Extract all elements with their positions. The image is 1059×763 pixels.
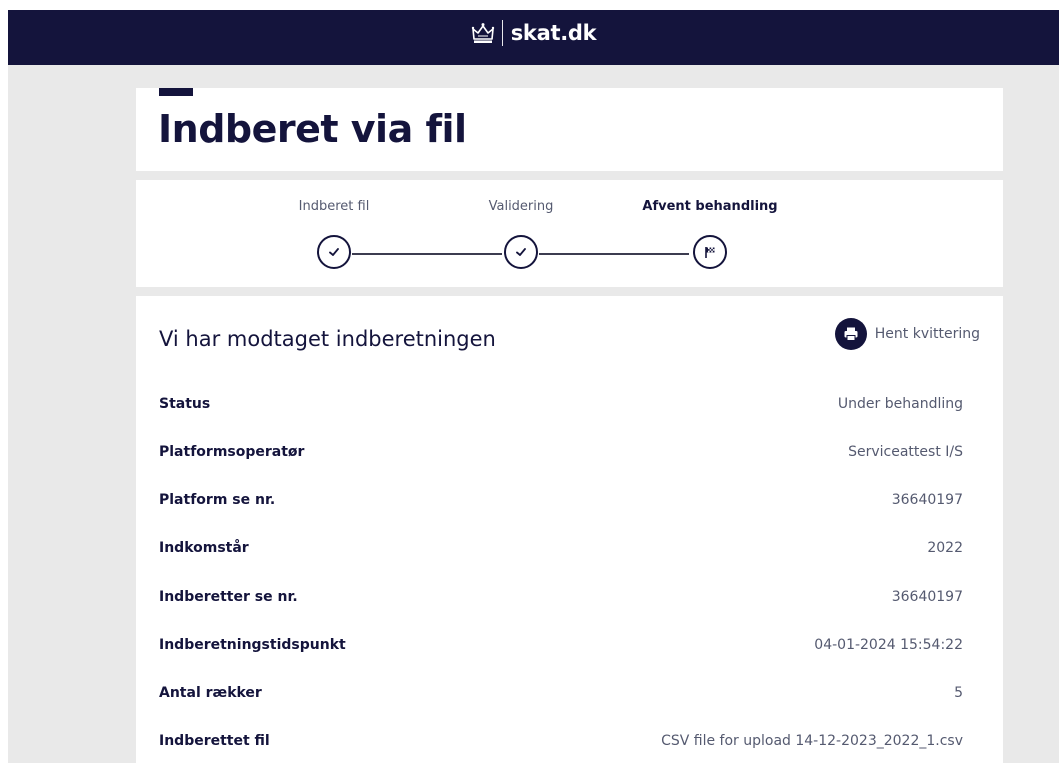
info-row-reported-file: Indberettet fil CSV file for upload 14-1… [159,731,963,751]
browser-viewport: skat.dk Indberet via fil Indberet fil Va… [8,10,1059,763]
crown-icon [471,22,494,43]
row-label: Indkomstår [159,540,249,556]
row-value: 2022 [927,540,963,556]
info-row-platform-se-number: Platform se nr. 36640197 [159,490,963,510]
row-label: Indberetningstidspunkt [159,637,346,653]
info-row-platform-operator: Platformsoperatør Serviceattest I/S [159,442,963,462]
logo-divider [501,19,503,46]
step-label-afvent-behandling: Afvent behandling [642,199,778,214]
step-label-validering: Validering [488,199,554,214]
row-value: 36640197 [891,589,963,605]
page-title-card: Indberet via fil [136,88,1003,171]
row-value: Serviceattest I/S [848,444,963,460]
receipt-heading: Vi har modtaget indberetningen [159,327,496,351]
row-value: 04-01-2024 15:54:22 [814,637,963,653]
row-value: 36640197 [891,492,963,508]
row-value: Under behandling [837,396,963,412]
skat-logo[interactable]: skat.dk [8,10,1059,55]
brand-name: skat.dk [510,20,597,45]
row-label: Antal rækker [159,685,262,701]
row-label: Platform se nr. [159,492,276,508]
step-afvent-behandling [693,235,727,269]
progress-stepper: Indberet fil Validering Afvent behandlin… [136,180,1003,287]
info-row-row-count: Antal rækker 5 [159,683,963,703]
printer-icon [834,318,867,350]
step-indberet-fil [317,235,351,269]
page-title: Indberet via fil [158,107,467,151]
stepper-connector [352,253,502,255]
download-receipt-button[interactable]: Hent kvittering [834,318,980,350]
row-label: Status [159,396,211,412]
flag-icon [705,247,715,258]
row-label: Platformsoperatør [159,444,305,460]
check-icon [329,248,339,256]
info-row-status: Status Under behandling [159,394,963,414]
step-label-indberet-fil: Indberet fil [298,199,370,214]
row-value: 5 [954,685,963,701]
info-row-income-year: Indkomstår 2022 [159,538,963,558]
stepper-connector [539,253,689,255]
title-accent-bar [159,88,193,96]
info-row-reporter-se-number: Indberetter se nr. 36640197 [159,587,963,607]
receipt-card: Vi har modtaget indberetningen Hent kvit… [136,296,1003,763]
download-receipt-label: Hent kvittering [874,326,980,342]
step-validering [504,235,538,269]
row-value: CSV file for upload 14-12-2023_2022_1.cs… [661,733,963,749]
check-icon [516,248,526,256]
row-label: Indberettet fil [159,733,270,749]
row-label: Indberetter se nr. [159,589,298,605]
top-navigation-bar: skat.dk [8,10,1059,65]
info-row-report-timestamp: Indberetningstidspunkt 04-01-2024 15:54:… [159,635,963,655]
